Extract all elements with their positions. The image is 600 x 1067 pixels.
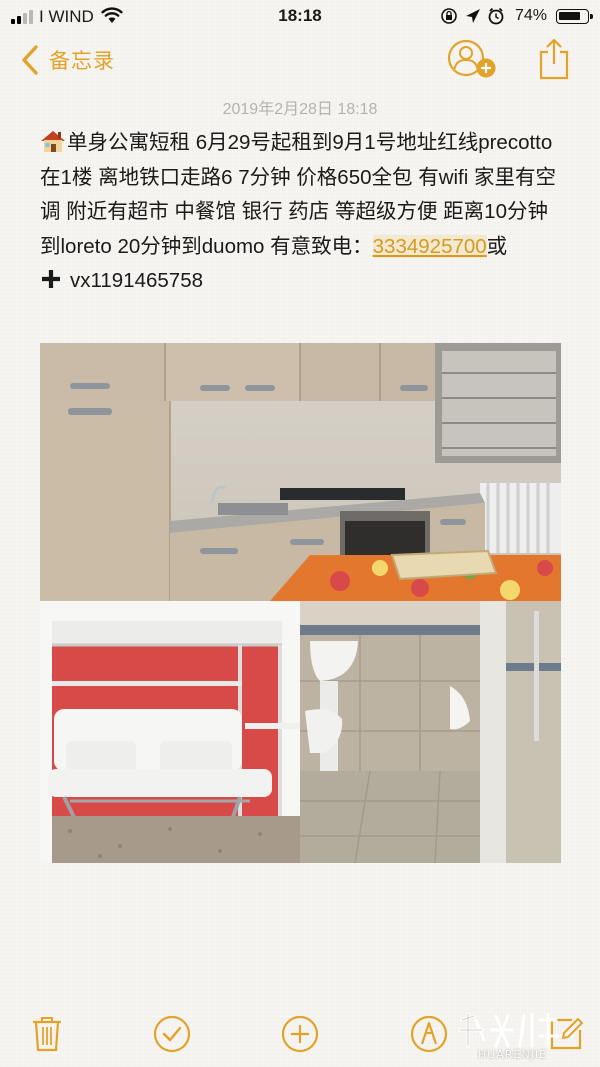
bottom-toolbar [0, 1000, 600, 1067]
kitchen-photo[interactable] [40, 343, 561, 601]
markup-icon[interactable] [409, 1014, 449, 1054]
back-button-label: 备忘录 [49, 50, 115, 73]
status-bar: I WIND 18:18 74% [0, 0, 600, 34]
plus-emoji-icon [42, 270, 60, 288]
trash-icon[interactable] [27, 1014, 67, 1054]
note-text-or: 或 [486, 234, 508, 258]
note-body[interactable]: 单身公寓短租 6月29号起租到9月1号地址红线precotto 在1楼 离地铁口… [40, 126, 568, 299]
wechat-id: vx1191465758 [70, 269, 203, 292]
checklist-icon[interactable] [152, 1014, 192, 1054]
compose-plus-icon[interactable] [280, 1014, 320, 1054]
location-arrow-icon [466, 9, 480, 23]
house-emoji-icon [41, 131, 65, 152]
rotation-lock-icon [441, 8, 457, 24]
battery-level [559, 12, 580, 20]
add-people-icon[interactable] [446, 38, 498, 82]
bedroom-photo[interactable] [40, 601, 300, 863]
status-indicators [441, 7, 504, 25]
battery-percentage: 74% [515, 7, 548, 24]
bathroom-photo[interactable] [300, 601, 561, 863]
chevron-left-icon [22, 45, 38, 75]
alarm-icon [488, 7, 504, 25]
new-note-icon[interactable] [546, 1014, 586, 1054]
note-date: 2019年2月28日 18:18 [222, 101, 378, 118]
back-button[interactable]: 备忘录 [20, 42, 115, 78]
battery-icon [556, 9, 593, 24]
phone-number-link[interactable]: 3334925700 [372, 234, 487, 258]
share-icon[interactable] [534, 36, 574, 82]
status-time: 18:18 [278, 6, 322, 25]
